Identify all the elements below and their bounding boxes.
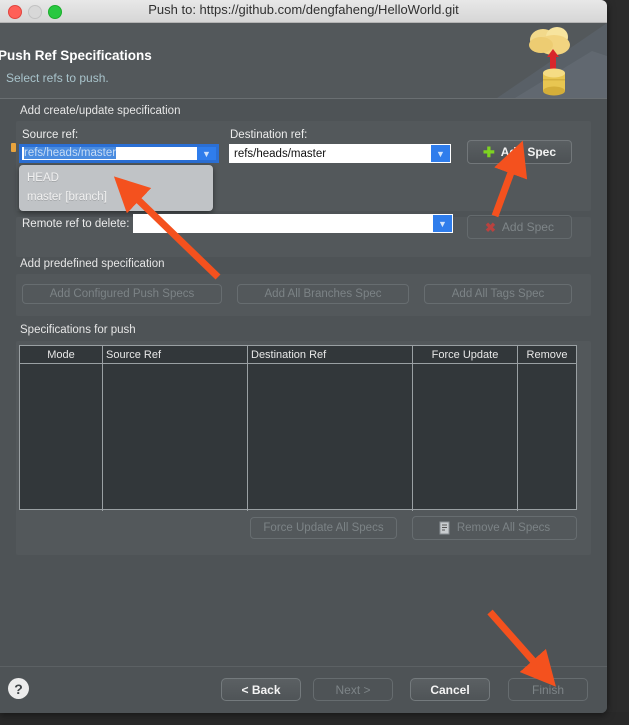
- table-column-source-ref: [103, 364, 248, 511]
- page-title: Push Ref Specifications: [0, 48, 152, 63]
- screen: Push to: https://github.com/dengfaheng/H…: [0, 0, 629, 725]
- desktop-background-bottom: [0, 712, 629, 725]
- add-delete-spec-button[interactable]: ✖ Add Spec: [467, 215, 572, 239]
- push-dialog-window: Push to: https://github.com/dengfaheng/H…: [0, 0, 607, 713]
- dropdown-option-head[interactable]: HEAD: [19, 169, 213, 188]
- finish-button[interactable]: Finish: [508, 678, 588, 701]
- dialog-body: Add create/update specification Source r…: [0, 99, 607, 669]
- remove-all-specs-label: Remove All Specs: [456, 522, 551, 534]
- source-ref-combo[interactable]: refs/heads/master ▼: [19, 144, 219, 163]
- add-configured-push-specs-label: Add Configured Push Specs: [49, 288, 195, 300]
- back-button-label: < Back: [241, 682, 281, 697]
- dropdown-option-master[interactable]: master [branch]: [19, 188, 213, 207]
- table-column-mode: [20, 364, 103, 511]
- cloud-upload-database-icon: [497, 23, 607, 98]
- add-all-tags-spec-label: Add All Tags Spec: [451, 288, 545, 300]
- field-decorator-icon: [11, 143, 16, 152]
- force-update-all-specs-label: Force Update All Specs: [263, 522, 384, 534]
- next-button-label: Next >: [335, 682, 371, 697]
- column-header-mode[interactable]: Mode: [20, 346, 103, 363]
- source-ref-value[interactable]: refs/heads/master: [22, 147, 197, 160]
- desktop-background-right: [605, 0, 629, 725]
- add-spec-label: Add Spec: [500, 145, 557, 159]
- plus-icon: ✚: [482, 144, 495, 160]
- column-header-source-ref[interactable]: Source Ref: [103, 346, 248, 363]
- destination-ref-value[interactable]: refs/heads/master: [230, 148, 431, 160]
- add-all-tags-spec-button[interactable]: Add All Tags Spec: [424, 284, 572, 304]
- window-titlebar: Push to: https://github.com/dengfaheng/H…: [0, 0, 607, 23]
- table-column-destination-ref: [248, 364, 413, 511]
- remote-ref-delete-chevron-down-icon[interactable]: ▼: [433, 215, 452, 232]
- back-button[interactable]: < Back: [221, 678, 301, 701]
- next-button[interactable]: Next >: [313, 678, 393, 701]
- finish-button-label: Finish: [531, 682, 564, 697]
- add-all-branches-spec-button[interactable]: Add All Branches Spec: [237, 284, 409, 304]
- specs-table[interactable]: Mode Source Ref Destination Ref Force Up…: [19, 345, 577, 511]
- question-mark-icon[interactable]: ?: [8, 678, 29, 699]
- specs-table-header: Mode Source Ref Destination Ref Force Up…: [20, 346, 576, 364]
- remove-all-specs-button[interactable]: Remove All Specs: [412, 516, 577, 540]
- window-title: Push to: https://github.com/dengfaheng/H…: [148, 2, 459, 17]
- column-header-destination-ref[interactable]: Destination Ref: [248, 346, 413, 363]
- source-ref-chevron-down-icon[interactable]: ▼: [197, 147, 216, 160]
- specs-table-label: Specifications for push: [20, 324, 136, 336]
- specs-table-body: [20, 364, 576, 527]
- destination-ref-label: Destination ref:: [230, 129, 308, 141]
- document-remove-icon: [439, 521, 450, 535]
- column-header-force-update[interactable]: Force Update: [413, 346, 518, 363]
- table-column-force-update: [413, 364, 518, 511]
- wizard-header: Push Ref Specifications Select refs to p…: [0, 23, 607, 99]
- add-create-update-spec-button[interactable]: ✚ Add Spec: [467, 140, 572, 164]
- table-column-remove: [518, 364, 576, 511]
- x-icon: ✖: [485, 219, 496, 235]
- force-update-all-specs-button[interactable]: Force Update All Specs: [250, 517, 397, 539]
- source-ref-selected-text: refs/heads/master: [24, 147, 117, 159]
- cancel-button-label: Cancel: [430, 682, 470, 697]
- remote-ref-delete-label: Remote ref to delete:: [22, 218, 130, 230]
- dialog-footer: ? < Back Next > Cancel Finish: [0, 666, 607, 713]
- add-all-branches-spec-label: Add All Branches Spec: [264, 288, 382, 300]
- source-ref-dropdown-list[interactable]: HEAD master [branch]: [19, 165, 213, 211]
- remote-ref-delete-combo[interactable]: ▼: [133, 214, 453, 233]
- cancel-button[interactable]: Cancel: [410, 678, 490, 701]
- add-delete-spec-label: Add Spec: [501, 220, 554, 234]
- create-update-group-label: Add create/update specification: [20, 105, 181, 117]
- column-header-remove[interactable]: Remove: [518, 346, 576, 363]
- destination-ref-chevron-down-icon[interactable]: ▼: [431, 145, 450, 162]
- page-subtitle: Select refs to push.: [6, 71, 109, 85]
- destination-ref-combo[interactable]: refs/heads/master ▼: [229, 144, 451, 163]
- predefined-group-label: Add predefined specification: [20, 258, 165, 270]
- source-ref-label: Source ref:: [22, 129, 79, 141]
- add-configured-push-specs-button[interactable]: Add Configured Push Specs: [22, 284, 222, 304]
